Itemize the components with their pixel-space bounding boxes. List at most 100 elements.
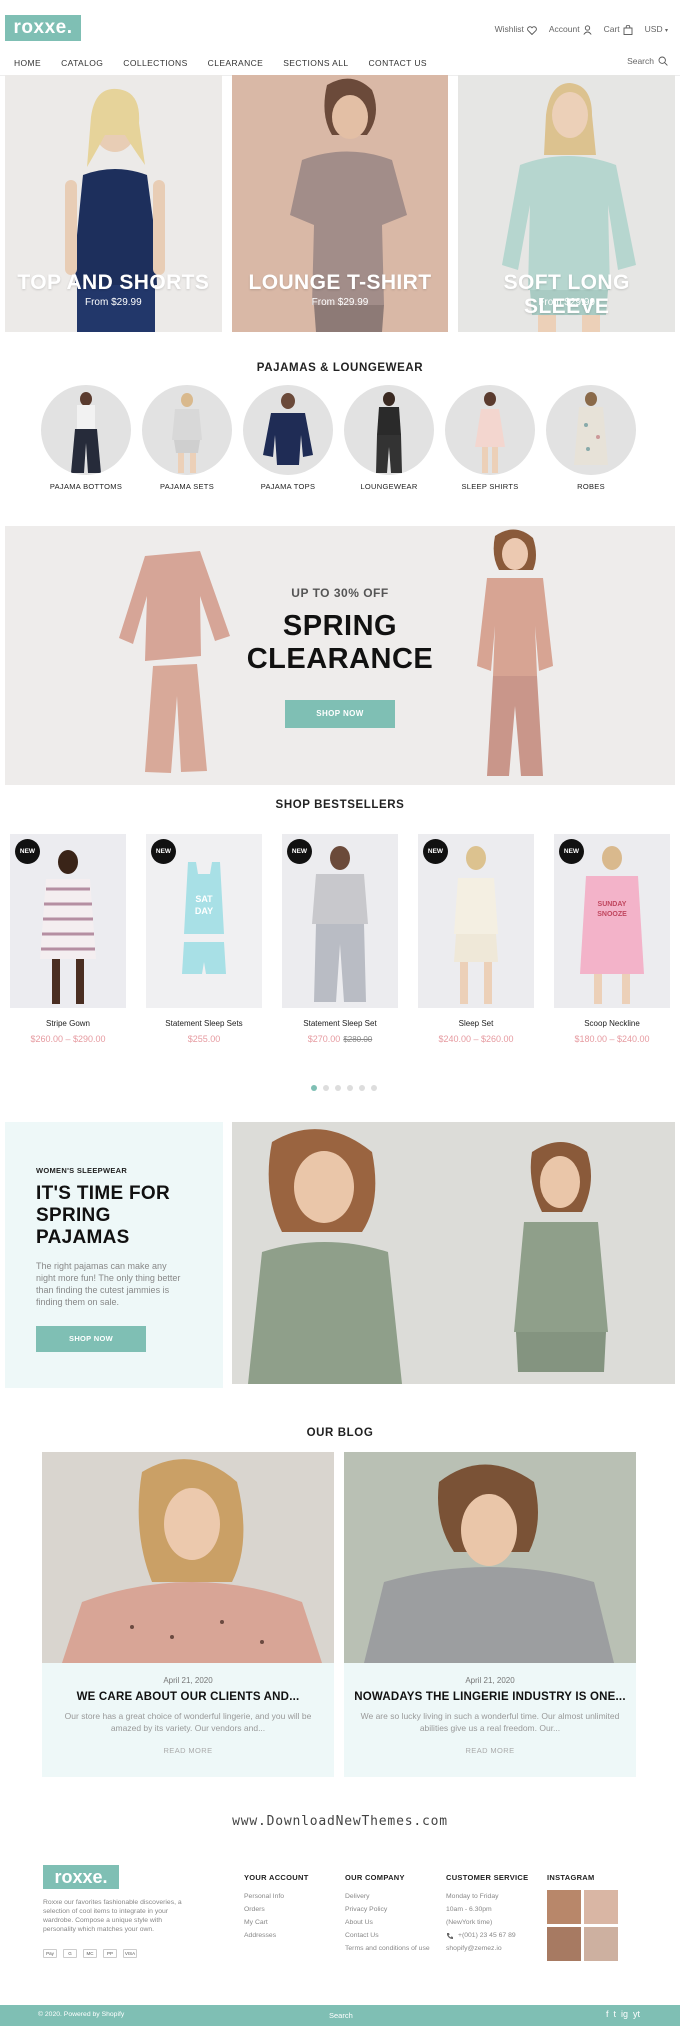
apple-pay-icon: Pay bbox=[43, 1949, 57, 1958]
blog-post-title[interactable]: NOWADAYS THE LINGERIE INDUSTRY IS ONE... bbox=[344, 1691, 636, 1703]
product-card[interactable]: NEW Stripe Gown $260.00 – $290.00 bbox=[10, 834, 126, 1044]
footer-about: Roxxe our favorites fashionable discover… bbox=[43, 1899, 182, 1933]
youtube-icon[interactable]: yt bbox=[633, 2009, 640, 2019]
carousel-dot[interactable] bbox=[347, 1085, 353, 1091]
read-more-link[interactable]: READ MORE bbox=[344, 1746, 636, 1755]
blog-excerpt: We are so lucky living in such a wonderf… bbox=[360, 1711, 620, 1733]
footer-link[interactable]: Personal Info bbox=[244, 1890, 309, 1903]
category-sleep-shirts[interactable]: SLEEP SHIRTS bbox=[445, 385, 535, 491]
footer-heading: INSTAGRAM bbox=[547, 1873, 595, 1882]
svg-text:SAT: SAT bbox=[195, 894, 213, 904]
hero-card[interactable]: TOP AND SHORTS From $29.99 bbox=[5, 75, 222, 332]
footer-instagram-column: INSTAGRAM bbox=[547, 1873, 618, 1961]
footer-link[interactable]: Terms and conditions of use bbox=[345, 1942, 430, 1955]
footer-link[interactable]: Delivery bbox=[345, 1890, 430, 1903]
service-email[interactable]: shopify@zemez.io bbox=[446, 1942, 528, 1955]
svg-text:DAY: DAY bbox=[195, 906, 213, 916]
product-card[interactable]: SAT DAY NEW Statement Sleep Sets $255.00 bbox=[146, 834, 262, 1044]
product-card[interactable]: SUNDAY SNOOZE NEW Scoop Neckline $180.00 … bbox=[554, 834, 670, 1044]
nav-contact-us[interactable]: CONTACT US bbox=[369, 58, 427, 68]
carousel-dot[interactable] bbox=[311, 1085, 317, 1091]
blog-list: April 21, 2020 WE CARE ABOUT OUR CLIENTS… bbox=[42, 1452, 636, 1777]
twitter-icon[interactable]: t bbox=[613, 2009, 616, 2019]
instagram-photo[interactable] bbox=[584, 1927, 618, 1961]
facebook-icon[interactable]: f bbox=[606, 2009, 609, 2019]
blog-post[interactable]: April 21, 2020 WE CARE ABOUT OUR CLIENTS… bbox=[42, 1452, 334, 1777]
nav-home[interactable]: HOME bbox=[14, 58, 41, 68]
hero-subtitle: From $29.99 bbox=[538, 297, 596, 308]
visa-icon: VISA bbox=[123, 1949, 137, 1958]
nav-sections-all[interactable]: SECTIONS ALL bbox=[283, 58, 348, 68]
footer-link[interactable]: Orders bbox=[244, 1903, 309, 1916]
promo-shop-now-button[interactable]: SHOP NOW bbox=[36, 1326, 146, 1352]
nav-catalog[interactable]: CATALOG bbox=[61, 58, 103, 68]
footer-account-column: YOUR ACCOUNT Personal Info Orders My Car… bbox=[244, 1873, 309, 1942]
carousel-dot[interactable] bbox=[359, 1085, 365, 1091]
blog-post[interactable]: April 21, 2020 NOWADAYS THE LINGERIE IND… bbox=[344, 1452, 636, 1777]
category-pajama-sets[interactable]: PAJAMA SETS bbox=[142, 385, 232, 491]
service-phone[interactable]: +(001) 23 45 67 89 bbox=[446, 1929, 528, 1942]
nav-collections[interactable]: COLLECTIONS bbox=[123, 58, 187, 68]
footer-link[interactable]: Privacy Policy bbox=[345, 1903, 430, 1916]
carousel-dot[interactable] bbox=[335, 1085, 341, 1091]
product-image: SAT DAY NEW bbox=[146, 834, 262, 1008]
carousel-dot[interactable] bbox=[371, 1085, 377, 1091]
footer-heading: CUSTOMER SERVICE bbox=[446, 1873, 529, 1882]
banner-kicker: UP TO 30% OFF bbox=[291, 586, 389, 600]
footer-search-link[interactable]: Search bbox=[329, 2011, 353, 2020]
search-label: Search bbox=[627, 56, 654, 66]
blog-body: April 21, 2020 WE CARE ABOUT OUR CLIENTS… bbox=[42, 1663, 334, 1777]
product-card[interactable]: NEW Statement Sleep Set $270.00 $280.00 bbox=[282, 834, 398, 1044]
currency-select[interactable]: USD ▾ bbox=[645, 24, 668, 34]
logo[interactable]: roxxe. bbox=[5, 15, 81, 41]
promo-banner: UP TO 30% OFF SPRING CLEARANCE SHOP NOW bbox=[5, 526, 675, 785]
footer-link[interactable]: My Cart bbox=[244, 1916, 309, 1929]
footer-link[interactable]: Contact Us bbox=[345, 1929, 430, 1942]
category-image bbox=[142, 385, 232, 475]
category-robes[interactable]: ROBES bbox=[546, 385, 636, 491]
price-old: $280.00 bbox=[343, 1035, 373, 1044]
footer-link[interactable]: Addresses bbox=[244, 1929, 309, 1942]
account-link[interactable]: Account bbox=[549, 24, 592, 35]
blog-post-title[interactable]: WE CARE ABOUT OUR CLIENTS AND... bbox=[42, 1691, 334, 1703]
hero-card[interactable]: SOFT LONG SLEEVE From $29.99 bbox=[458, 75, 676, 332]
blog-date: April 21, 2020 bbox=[465, 1676, 515, 1685]
category-loungewear[interactable]: LOUNGEWEAR bbox=[344, 385, 434, 491]
instagram-icon[interactable]: ig bbox=[621, 2009, 628, 2019]
hero-title: LOUNGE T-SHIRT bbox=[248, 271, 432, 294]
currency-label: USD bbox=[644, 24, 663, 35]
shop-now-button[interactable]: SHOP NOW bbox=[285, 700, 395, 728]
category-label: LOUNGEWEAR bbox=[360, 482, 418, 491]
wishlist-link[interactable]: Wishlist bbox=[495, 24, 537, 35]
product-image: SUNDAY SNOOZE NEW bbox=[554, 834, 670, 1008]
hero-grid: TOP AND SHORTS From $29.99 LOUNGE T-SHIR… bbox=[5, 75, 676, 332]
cart-link[interactable]: Cart bbox=[604, 24, 633, 35]
price-current: $240.00 – $260.00 bbox=[438, 1034, 514, 1044]
category-image bbox=[445, 385, 535, 475]
product-image: NEW bbox=[418, 834, 534, 1008]
promo-text: The right pajamas can make any night mor… bbox=[36, 1261, 181, 1307]
paypal-icon: PP bbox=[103, 1949, 117, 1958]
category-pajama-bottoms[interactable]: PAJAMA BOTTOMS bbox=[41, 385, 131, 491]
carousel-dot[interactable] bbox=[323, 1085, 329, 1091]
instagram-photo[interactable] bbox=[584, 1890, 618, 1924]
instagram-grid bbox=[547, 1890, 618, 1961]
blog-excerpt: Our store has a great choice of wonderfu… bbox=[64, 1711, 312, 1733]
instagram-photo[interactable] bbox=[547, 1927, 581, 1961]
category-pajama-tops[interactable]: PAJAMA TOPS bbox=[243, 385, 333, 491]
product-name: Stripe Gown bbox=[45, 1019, 91, 1028]
new-badge: NEW bbox=[151, 839, 176, 864]
nav-clearance[interactable]: CLEARANCE bbox=[208, 58, 264, 68]
banner-title: SPRING CLEARANCE bbox=[5, 610, 675, 676]
footer-logo[interactable]: roxxe. bbox=[43, 1865, 119, 1889]
instagram-photo[interactable] bbox=[547, 1890, 581, 1924]
footer-company-column: OUR COMPANY Delivery Privacy Policy Abou… bbox=[345, 1873, 430, 1955]
hero-card[interactable]: LOUNGE T-SHIRT From $29.99 bbox=[231, 75, 449, 332]
promo-title: IT'S TIME FOR SPRING PAJAMAS bbox=[36, 1183, 171, 1248]
bestsellers-title: SHOP BESTSELLERS bbox=[275, 799, 405, 811]
header-search[interactable]: Search bbox=[627, 56, 668, 66]
read-more-link[interactable]: READ MORE bbox=[42, 1746, 334, 1755]
mastercard-icon: MC bbox=[83, 1949, 97, 1958]
footer-link[interactable]: About Us bbox=[345, 1916, 430, 1929]
product-card[interactable]: NEW Sleep Set $240.00 – $260.00 bbox=[418, 834, 534, 1044]
